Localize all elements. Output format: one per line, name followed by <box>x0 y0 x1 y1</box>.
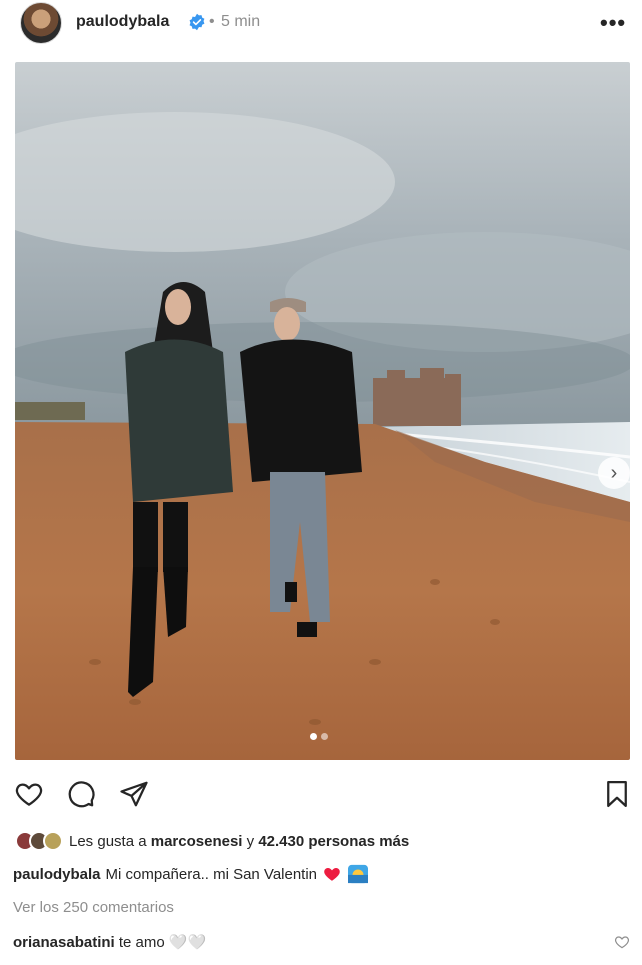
red-heart-emoji-icon <box>324 868 340 881</box>
beach-photo <box>15 62 630 760</box>
caption-username[interactable]: paulodybala <box>13 866 101 883</box>
likes-summary[interactable]: Les gusta a marcosenesi y 42.430 persona… <box>15 831 409 851</box>
carousel-dot <box>321 733 328 740</box>
verified-badge-icon <box>189 13 205 31</box>
likes-user[interactable]: marcosenesi <box>151 833 243 850</box>
separator-dot: • <box>209 13 215 30</box>
avatar[interactable] <box>20 2 62 44</box>
likes-middle: y <box>246 832 255 850</box>
likes-count[interactable]: 42.430 personas más <box>258 833 409 850</box>
action-bar <box>0 775 642 815</box>
post-timestamp: 5 min <box>221 13 261 30</box>
comment-username[interactable]: orianasabatini <box>13 934 115 951</box>
comment-item: orianasabatini te amo 🤍🤍 <box>13 933 206 951</box>
heart-icon[interactable] <box>13 779 45 809</box>
share-icon[interactable] <box>118 779 150 809</box>
post-image[interactable]: › <box>15 62 630 760</box>
avatar <box>43 831 63 851</box>
comment-like-icon[interactable] <box>613 934 631 950</box>
post-header: paulodybala • 5 min ••• <box>0 0 642 50</box>
comment-icon[interactable] <box>65 779 97 809</box>
post-caption: paulodybala Mi compañera.. mi San Valent… <box>13 864 369 884</box>
more-options-icon[interactable]: ••• <box>600 10 630 35</box>
carousel-indicator <box>310 733 334 741</box>
post-author-username[interactable]: paulodybala <box>76 13 169 31</box>
likes-prefix: Les gusta a <box>69 832 147 850</box>
liker-avatars <box>15 831 63 851</box>
comment-text: te amo 🤍🤍 <box>118 934 207 951</box>
view-comments-link[interactable]: Ver los 250 comentarios <box>13 899 174 916</box>
carousel-next-button[interactable]: › <box>598 457 630 489</box>
caption-text: Mi compañera.. mi San Valentin <box>105 865 318 883</box>
bookmark-icon[interactable] <box>602 779 632 809</box>
carousel-dot-active <box>310 733 317 740</box>
sunset-emoji-icon <box>348 864 369 884</box>
